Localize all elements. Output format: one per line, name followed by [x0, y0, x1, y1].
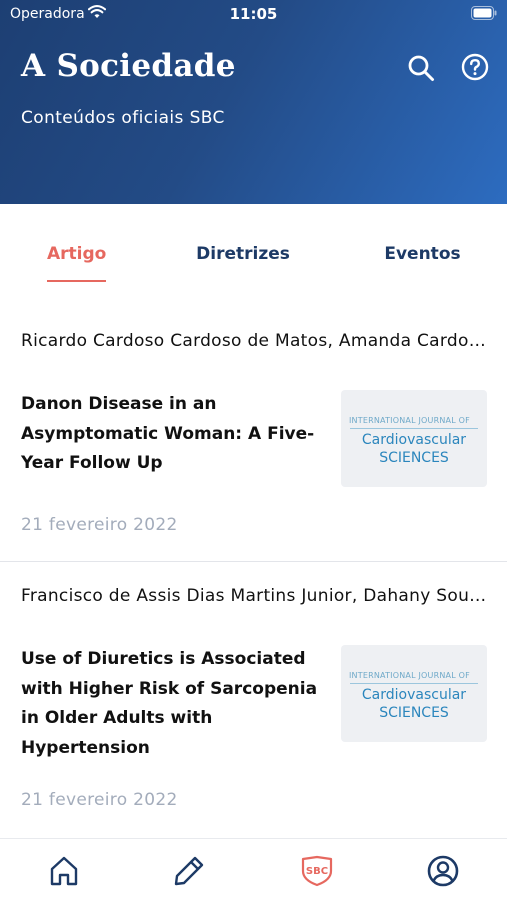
battery-icon	[471, 6, 497, 20]
help-icon[interactable]	[461, 53, 489, 81]
thumbnail-title-line1: Cardiovascular	[361, 432, 467, 448]
article-thumbnail: INTERNATIONAL JOURNAL OF Cardiovascular …	[341, 390, 487, 487]
tab-diretrizes[interactable]: Diretrizes	[188, 244, 298, 264]
tab-eventos[interactable]: Eventos	[375, 244, 470, 264]
article-authors: Ricardo Cardoso Cardoso de Matos, Amanda…	[21, 331, 487, 351]
content-tabs: Artigo Diretrizes Eventos	[0, 204, 507, 304]
page-title: A Sociedade	[21, 48, 236, 84]
article-authors: Francisco de Assis Dias Martins Junior, …	[21, 586, 487, 606]
home-icon[interactable]	[46, 853, 82, 889]
article-card[interactable]: Ricardo Cardoso Cardoso de Matos, Amanda…	[0, 331, 507, 561]
article-title[interactable]: Danon Disease in an Asymptomatic Woman: …	[21, 390, 326, 479]
sbc-logo-label: SBC	[306, 866, 328, 877]
thumbnail-journal-text: INTERNATIONAL JOURNAL OF	[349, 416, 470, 425]
sbc-logo-icon[interactable]: SBC	[299, 853, 335, 889]
clock: 11:05	[229, 5, 278, 23]
thumbnail-divider	[350, 428, 478, 429]
article-title[interactable]: Use of Diuretics is Associated with High…	[21, 645, 326, 763]
profile-icon[interactable]	[425, 853, 461, 889]
article-thumbnail: INTERNATIONAL JOURNAL OF Cardiovascular …	[341, 645, 487, 742]
tab-artigo[interactable]: Artigo	[47, 244, 106, 264]
active-tab-indicator	[47, 280, 106, 282]
app-header: Operadora 11:05 A Sociedade Conteúdos of…	[0, 0, 507, 204]
search-icon[interactable]	[407, 54, 435, 82]
article-date: 21 fevereiro 2022	[21, 515, 178, 535]
article-card[interactable]: Francisco de Assis Dias Martins Junior, …	[0, 586, 507, 836]
article-divider	[0, 561, 507, 562]
thumbnail-title-line2: SCIENCES	[379, 450, 449, 466]
thumbnail-title-line2: SCIENCES	[379, 705, 449, 721]
bottom-tab-bar: SBC	[0, 838, 507, 900]
thumbnail-journal-text: INTERNATIONAL JOURNAL OF	[349, 671, 470, 680]
status-bar: Operadora 11:05	[0, 0, 507, 28]
thumbnail-title-line1: Cardiovascular	[361, 687, 467, 703]
thumbnail-divider	[350, 683, 478, 684]
article-date: 21 fevereiro 2022	[21, 790, 178, 810]
page-subtitle: Conteúdos oficiais SBC	[21, 108, 225, 128]
pencil-icon[interactable]	[171, 853, 207, 889]
